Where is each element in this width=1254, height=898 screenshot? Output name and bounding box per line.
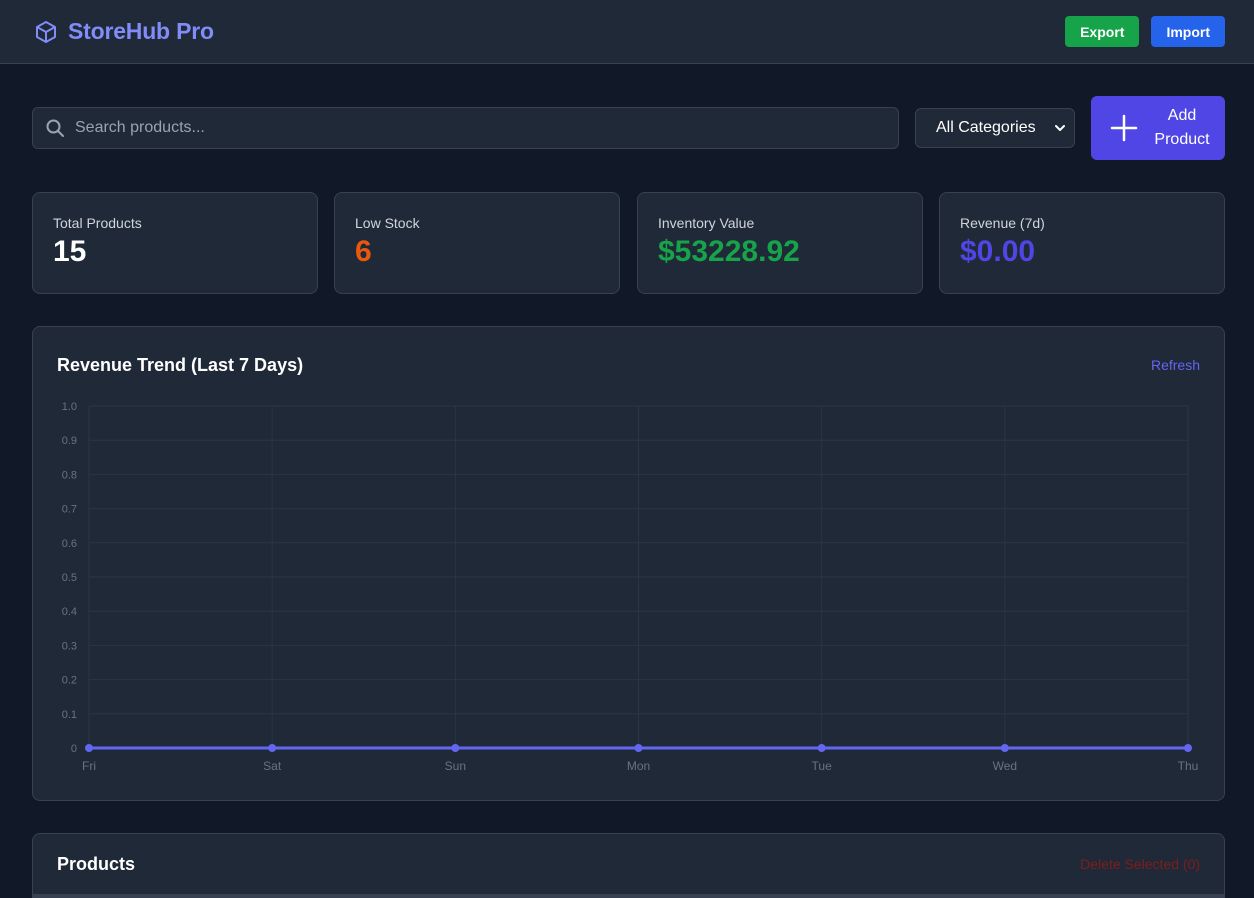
y-tick-label: 0.3 [62,640,77,652]
revenue-chart-card: Revenue Trend (Last 7 Days) Refresh 0 0.1… [32,326,1225,801]
data-point [1184,744,1192,752]
app-title: StoreHub Pro [68,18,214,44]
stat-card-total-products: Total Products 15 [32,192,318,294]
y-tick-label: 0.7 [62,504,77,516]
search-box[interactable] [32,107,899,149]
add-product-button[interactable]: Add Product [1091,96,1225,160]
chevron-down-icon [1054,122,1066,134]
products-divider [33,894,1224,898]
plus-icon [1109,113,1139,143]
app-header: StoreHub Pro Export Import [0,0,1254,64]
data-point [1000,744,1009,752]
x-tick-label: Wed [993,759,1017,773]
stat-value: 15 [53,235,87,268]
data-point [85,744,93,752]
header-actions: Export Import [1065,16,1225,47]
stat-card-low-stock: Low Stock 6 [334,192,620,294]
add-product-label: Add Product [1154,107,1210,148]
y-tick-label: 0 [71,743,77,755]
stat-value: $53228.92 [658,235,800,268]
x-tick-label: Sun [445,759,466,773]
y-tick-label: 0.4 [62,606,77,618]
category-select[interactable]: All Categories [915,108,1075,148]
import-button[interactable]: Import [1151,16,1225,47]
stat-card-inventory-value: Inventory Value $53228.92 [637,192,923,294]
y-tick-label: 0.2 [62,675,77,687]
stat-value: $0.00 [960,235,1036,268]
stat-label: Inventory Value [658,215,755,231]
y-tick-label: 0.5 [62,572,77,584]
y-tick-label: 0.6 [62,538,77,550]
stat-label: Revenue (7d) [960,215,1045,231]
products-card: Products Delete Selected (0) [32,833,1225,898]
x-tick-label: Tue [812,759,833,773]
products-title: Products [57,854,136,874]
x-tick-label: Fri [82,759,96,773]
x-tick-label: Thu [1178,759,1199,773]
delete-selected-button[interactable]: Delete Selected (0) [1080,856,1200,872]
revenue-chart: 0 0.1 0.2 0.3 0.4 0.5 0.6 0.7 0.8 0.9 1.0 Fri Sat Sun… [62,401,1199,773]
data-point [268,744,277,752]
stat-label: Low Stock [355,215,420,231]
stat-card-revenue: Revenue (7d) $0.00 [939,192,1225,294]
y-tick-label: 1.0 [62,401,77,413]
search-icon [45,118,65,138]
brand: StoreHub Pro [34,18,214,45]
x-tick-label: Sat [263,759,282,773]
data-point [634,744,643,752]
data-point [451,744,460,752]
cube-icon [34,20,58,44]
x-tick-label: Mon [627,759,650,773]
export-button[interactable]: Export [1065,16,1140,47]
y-tick-label: 0.8 [62,469,77,481]
stat-label: Total Products [53,215,142,231]
y-tick-label: 0.9 [62,435,77,447]
data-point [817,744,826,752]
search-input[interactable] [75,119,898,137]
y-tick-label: 0.1 [62,709,77,721]
category-select-value: All Categories [936,119,1036,136]
stat-value: 6 [355,235,372,268]
